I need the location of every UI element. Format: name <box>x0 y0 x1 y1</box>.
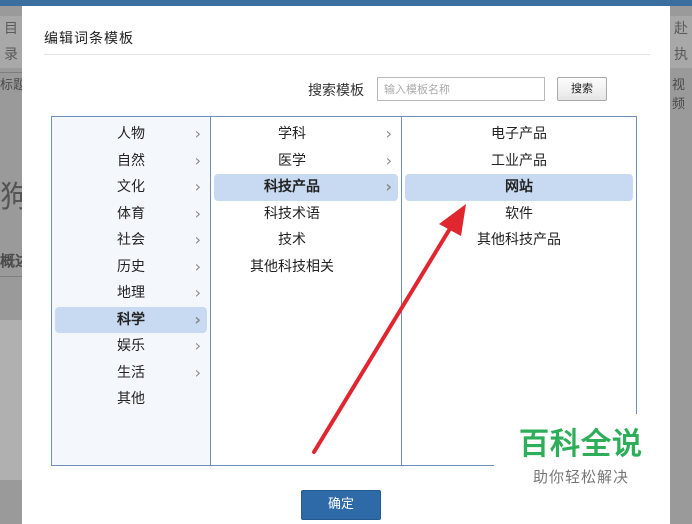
category-item[interactable]: 其他 <box>55 386 207 413</box>
category-item[interactable]: 娱乐 › <box>55 333 207 360</box>
chevron-right-icon: › <box>194 177 201 196</box>
search-input[interactable] <box>377 77 545 101</box>
background-divider <box>0 72 22 73</box>
chevron-right-icon: › <box>385 150 392 170</box>
category-item[interactable]: 科技术语 <box>214 201 398 228</box>
category-column-2: 学科 › 医学 › 科技产品 › 科技术语技术其他科技相关 <box>211 117 402 465</box>
chevron-right-icon: › <box>194 283 201 302</box>
chevron-right-icon: › <box>385 124 392 143</box>
chevron-right-icon: › <box>194 336 201 355</box>
category-item-label: 科技术语 <box>264 205 320 222</box>
category-item[interactable]: 学科 › <box>214 121 398 148</box>
category-item-label: 自然 <box>117 152 145 169</box>
category-item[interactable]: 其他科技相关 <box>214 254 398 281</box>
category-item[interactable]: 其他科技产品 <box>405 227 633 254</box>
watermark: 百科全说 助你轻松解决 <box>494 414 668 498</box>
category-column-3: 电子产品工业产品网站软件其他科技产品 <box>402 117 636 465</box>
title-divider <box>44 54 650 55</box>
chevron-right-icon: › <box>194 230 201 249</box>
category-item-label: 工业产品 <box>491 152 547 169</box>
confirm-button[interactable]: 确定 <box>301 490 381 520</box>
category-item[interactable]: 科学 › <box>55 306 207 333</box>
category-item-label: 电子产品 <box>491 126 547 142</box>
category-item[interactable]: 社会 › <box>55 227 207 254</box>
category-item[interactable]: 网站 <box>405 174 633 201</box>
category-item-label: 文化 <box>117 179 145 195</box>
category-item[interactable]: 人物 › <box>55 121 207 148</box>
category-item[interactable]: 电子产品 <box>405 121 633 148</box>
watermark-subtitle: 助你轻松解决 <box>532 468 629 486</box>
category-column-1: 人物 › 自然 › 文化 › 体育 › 社会 › 历史 › 地理 › 科学 › 娱乐 › 生活 › 其他 <box>52 117 211 465</box>
category-item[interactable]: 科技产品 › <box>214 174 398 201</box>
category-item-label: 技术 <box>278 232 306 248</box>
category-item[interactable]: 自然 › <box>55 148 207 175</box>
category-item-label: 科学 <box>117 311 145 328</box>
background-left-strip-text-2: 录 <box>4 47 18 63</box>
background-label-video: 视频 <box>672 78 686 112</box>
category-item[interactable]: 体育 › <box>55 201 207 228</box>
search-label: 搜索模板 <box>308 83 364 99</box>
category-item-label: 其他 <box>117 391 145 407</box>
background-image-placeholder <box>0 320 22 480</box>
chevron-right-icon: › <box>194 124 201 143</box>
category-item[interactable]: 历史 › <box>55 254 207 281</box>
chevron-right-icon: › <box>194 256 201 276</box>
background-divider-2 <box>0 276 22 277</box>
chevron-right-icon: › <box>194 309 201 329</box>
category-item[interactable]: 技术 <box>214 227 398 254</box>
chevron-right-icon: › <box>194 362 201 382</box>
background-right-strip: 赴 执 <box>670 16 692 68</box>
chevron-right-icon: › <box>194 150 201 170</box>
chevron-right-icon: › <box>385 177 392 196</box>
background-left-strip-text-1: 目 <box>4 21 18 37</box>
background-right-strip-text-2: 执 <box>674 47 688 63</box>
category-item-label: 科技产品 <box>264 179 320 195</box>
category-item[interactable]: 生活 › <box>55 360 207 387</box>
category-item[interactable]: 软件 <box>405 201 633 228</box>
search-button[interactable]: 搜索 <box>557 77 607 101</box>
dialog-title: 编辑词条模板 <box>44 31 134 47</box>
category-item[interactable]: 文化 › <box>55 174 207 201</box>
category-item-label: 社会 <box>117 232 145 248</box>
category-item-label: 软件 <box>505 205 533 222</box>
category-item-label: 地理 <box>117 285 145 301</box>
background-left-strip: 目 录 <box>0 16 22 68</box>
background-right-strip-text-1: 赴 <box>674 21 688 37</box>
category-item-label: 其他科技相关 <box>250 258 334 275</box>
watermark-title: 百科全说 <box>519 427 643 462</box>
category-item-label: 其他科技产品 <box>477 232 561 248</box>
category-item-label: 学科 <box>278 126 306 142</box>
category-item-label: 生活 <box>117 364 145 381</box>
category-item-label: 医学 <box>278 152 306 169</box>
category-item-label: 网站 <box>505 179 533 195</box>
category-item-label: 体育 <box>117 205 145 222</box>
category-item[interactable]: 工业产品 <box>405 148 633 175</box>
category-item[interactable]: 医学 › <box>214 148 398 175</box>
category-item-label: 人物 <box>117 126 145 142</box>
category-item-label: 历史 <box>117 258 145 275</box>
chevron-right-icon: › <box>194 203 201 223</box>
category-item[interactable]: 地理 › <box>55 280 207 307</box>
category-item-label: 娱乐 <box>117 338 145 354</box>
